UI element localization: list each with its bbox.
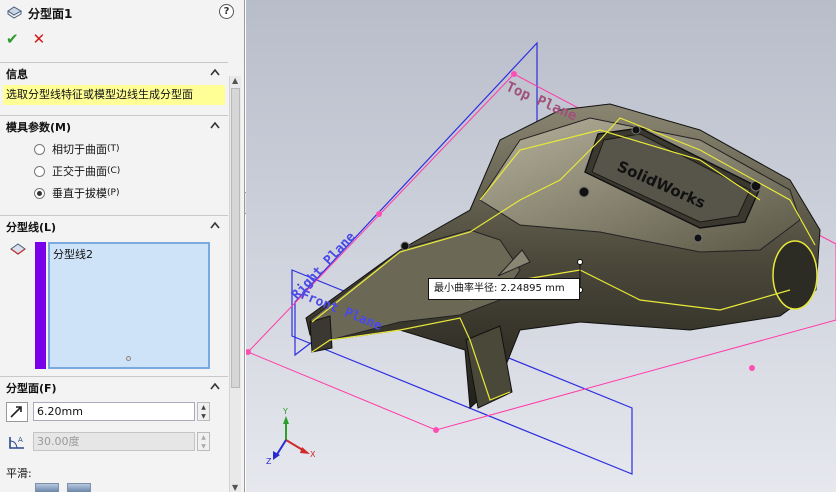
mold-parameters-header[interactable]: 模具参数(M) [0,116,228,138]
resize-grip[interactable] [126,356,131,361]
panel-title: 分型面1 [28,6,73,21]
list-item[interactable]: 分型线2 [53,246,205,262]
info-group: 信息 选取分型线特征或模型边线生成分型面 [0,62,228,112]
radio-label: 正交于曲面 [52,165,107,178]
radio-button[interactable] [34,165,45,177]
sharp-smoothing-button[interactable] [35,483,59,492]
ok-cancel-bar: ✔ ✕ [0,26,244,52]
parting-line-icon [9,242,27,261]
ok-button[interactable]: ✔ [6,30,19,48]
parting-surface-title: 分型面(F) [6,382,57,395]
property-manager: 分型面1 ? ✔ ✕ 信息 选取分型线特征或模型边线生成分型面 模具参数(M) … [0,0,245,492]
panel-header: 分型面1 [0,0,244,26]
parting-surface-icon [6,4,23,23]
panel-scrollbar[interactable]: ▲ ▼ [229,76,241,492]
radio-tangent-to-surface[interactable]: 相切于曲面 (T) [0,138,228,160]
cancel-button[interactable]: ✕ [33,30,46,48]
svg-text:Y: Y [282,407,288,416]
info-message: 选取分型线特征或模型边线生成分型面 [3,85,225,105]
parting-line-selection-box[interactable]: 分型线2 [48,242,210,369]
parting-line-title: 分型线(L) [6,221,57,234]
radio-perpendicular-to-pull[interactable]: 垂直于拔模 (P) [0,182,228,204]
chevron-up-icon[interactable] [210,221,220,231]
distance-spinner[interactable]: ▲ ▼ [197,402,210,421]
svg-text:X: X [310,450,316,459]
angle-spinner: ▲ ▼ [197,432,210,451]
distance-input[interactable]: 6.20mm [33,402,195,421]
scroll-down-icon[interactable]: ▼ [232,483,238,492]
angle-row: A 30.00度 ▲ ▼ [0,431,228,453]
reverse-direction-icon[interactable] [6,402,28,422]
info-group-header[interactable]: 信息 [0,63,228,85]
radio-label: 垂直于拔模 [52,187,107,200]
selection-color-bar [35,242,46,369]
smoothing-label: 平滑: [6,467,32,480]
parting-line-header[interactable]: 分型线(L) [0,216,228,238]
radio-shortcut: (C) [107,166,121,176]
view-triad: Y X Z [266,407,316,466]
part-barrel [772,240,818,310]
top-plane-label: Top Plane [503,79,579,124]
mold-parameters-title: 模具参数(M) [6,121,72,134]
radio-button[interactable] [34,143,45,155]
chevron-up-icon[interactable] [210,121,220,131]
smooth-smoothing-button[interactable] [67,483,91,492]
angle-icon[interactable]: A [7,433,27,454]
radio-label: 相切于曲面 [52,143,107,156]
graphics-viewport[interactable]: SolidWorks Top Plane Right Plane Front P… [246,0,836,492]
radio-normal-to-surface[interactable]: 正交于曲面 (C) [0,160,228,182]
distance-row: 6.20mm ▲ ▼ [0,401,228,423]
parting-surface-group: 分型面(F) 6.20mm ▲ ▼ A 30.00度 ▲ ▼ 平滑: [0,376,228,492]
radio-shortcut: (T) [107,144,120,154]
parting-line-group: 分型线(L) 分型线2 [0,215,228,375]
chevron-up-icon[interactable] [210,68,220,78]
mold-parameters-group: 模具参数(M) 相切于曲面 (T) 正交于曲面 (C) 垂直于拔模 (P) [0,115,228,211]
svg-text:A: A [18,436,23,444]
radio-button[interactable] [34,187,45,199]
radio-shortcut: (P) [107,188,120,198]
help-icon[interactable]: ? [219,4,234,19]
scrollbar-thumb[interactable] [231,88,240,388]
scroll-up-icon[interactable]: ▲ [232,76,238,85]
chevron-up-icon[interactable] [210,382,220,392]
svg-text:Z: Z [266,457,272,466]
angle-input: 30.00度 [33,432,195,451]
info-group-title: 信息 [6,68,28,81]
parting-surface-header[interactable]: 分型面(F) [0,377,228,399]
curvature-tooltip: 最小曲率半径: 2.24895 mm [428,278,580,300]
